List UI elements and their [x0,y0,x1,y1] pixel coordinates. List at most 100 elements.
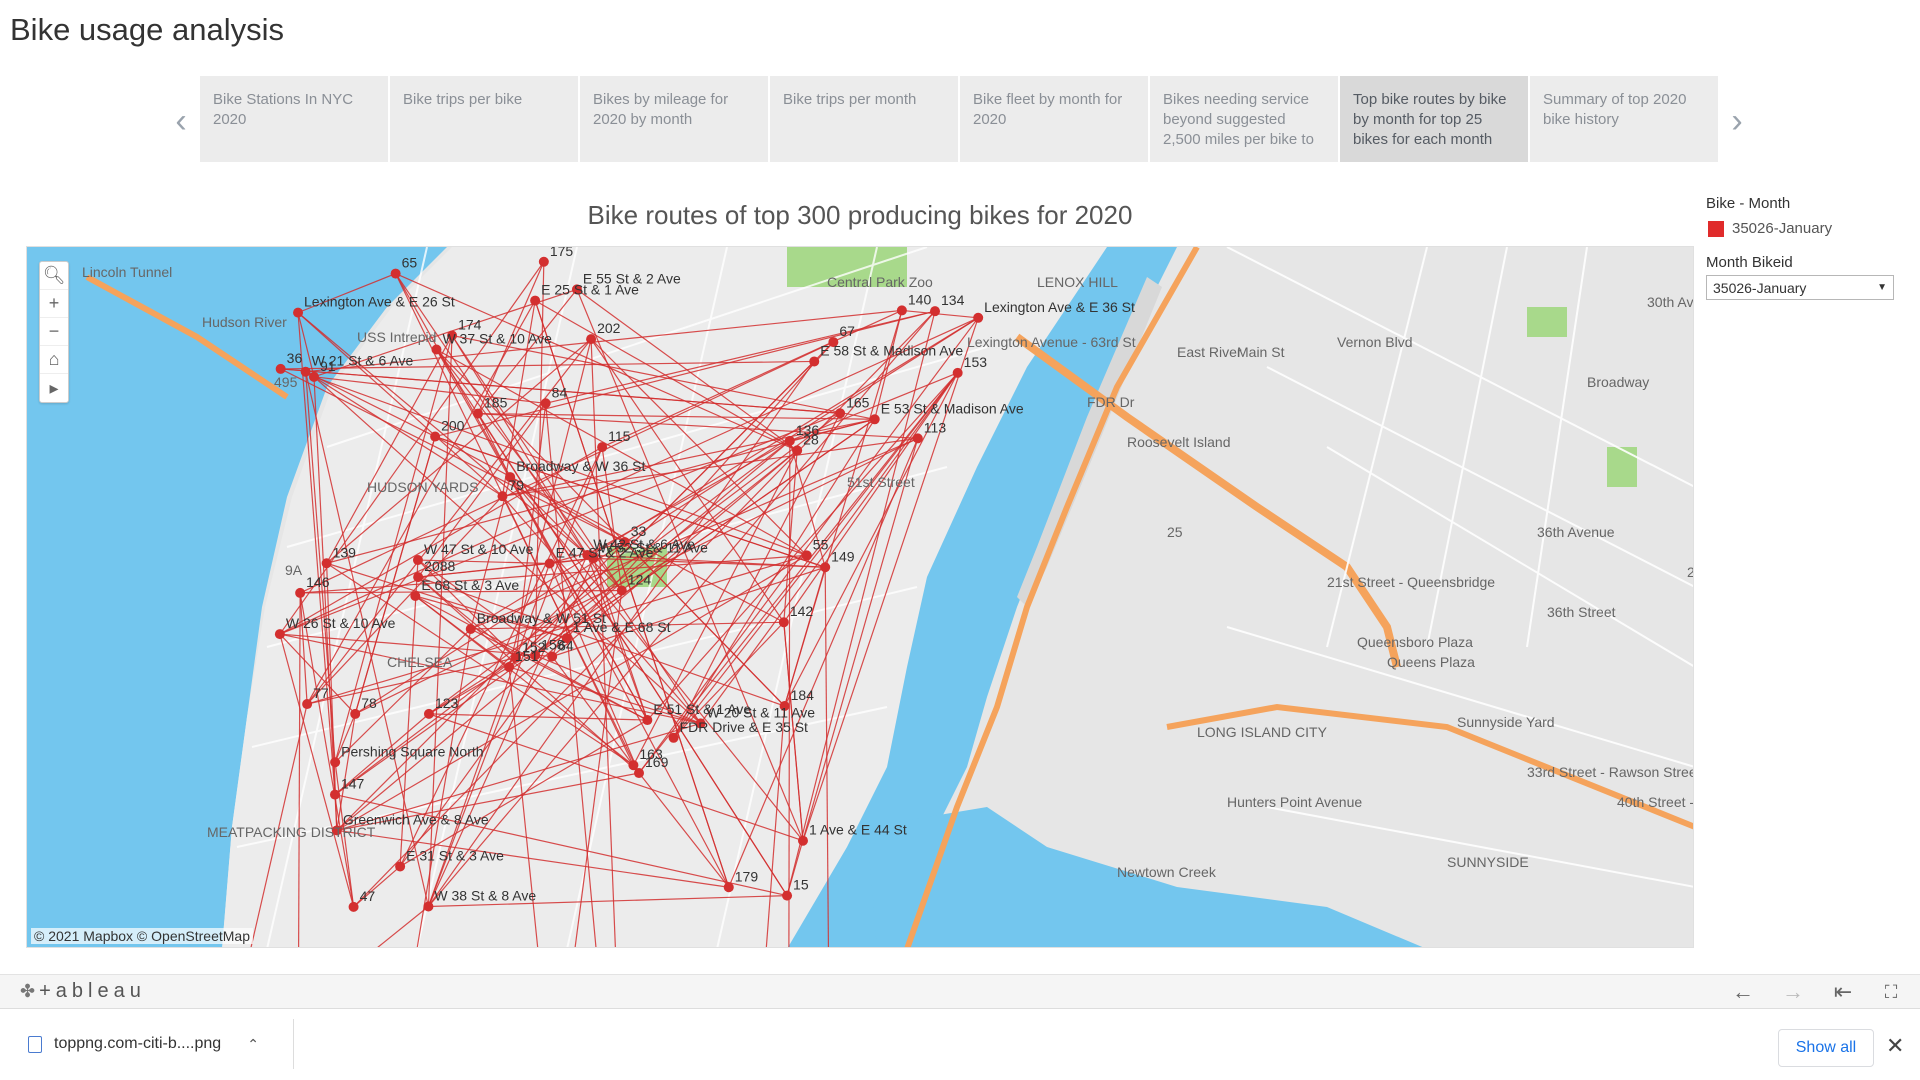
story-point-trips-per-month[interactable]: Bike trips per month [770,76,958,162]
station-label: E 68 St & 3 Ave [421,577,519,593]
chevron-right-icon[interactable]: › [1720,102,1754,140]
place-label: Newtown Creek [1117,864,1217,880]
station-marker[interactable] [293,307,304,318]
station-marker[interactable] [912,433,923,444]
station-marker[interactable] [412,555,423,566]
station-marker[interactable] [302,699,313,710]
close-icon[interactable]: ✕ [1886,1033,1904,1059]
route-map[interactable]: 124 174 W 52 St & 11 Ave 140 152 28 77 E 68 St … [26,246,1694,948]
station-label: W 21 St & 6 Ave [312,353,414,369]
station-marker[interactable] [544,558,555,569]
station-marker[interactable] [538,256,549,267]
story-point-trips-per-bike[interactable]: Bike trips per bike [390,76,578,162]
place-label: Central Park Zoo [827,274,933,290]
place-label: SUNNYSIDE [1447,854,1529,870]
revert-icon[interactable]: ⇤ [1828,979,1858,1005]
station-marker[interactable] [530,295,541,306]
station-marker[interactable] [330,757,341,768]
place-label: Sunnyside Yard [1457,714,1555,730]
station-marker[interactable] [628,760,639,771]
station-marker[interactable] [835,408,846,419]
station-marker[interactable] [973,312,984,323]
home-icon[interactable]: ⌂ [40,346,68,374]
tableau-logo: ✤ +ableau [20,980,146,1003]
station-marker[interactable] [784,435,795,446]
station-marker[interactable] [952,367,963,378]
station-marker[interactable] [300,366,311,377]
story-point-bike-stations[interactable]: Bike Stations In NYC 2020 [200,76,388,162]
station-marker[interactable] [465,623,476,634]
station-label: E 31 St & 3 Ave [406,847,504,863]
station-marker[interactable] [473,408,484,419]
station-marker[interactable] [668,732,679,743]
station-marker[interactable] [820,562,831,573]
map-canvas[interactable]: 124174W 52 St & 11 Ave1401522877E 68 St … [27,247,1694,948]
station-label: Pershing Square North [341,743,483,759]
zoom-out-icon[interactable]: − [40,318,68,346]
station-marker[interactable] [348,901,359,912]
show-all-button[interactable]: Show all [1778,1029,1874,1067]
story-point-bikes-needing-service[interactable]: Bikes needing service beyond suggested 2… [1150,76,1338,162]
station-marker[interactable] [329,789,340,800]
month-bikeid-dropdown[interactable]: 35026-January ▼ [1706,275,1894,300]
station-marker[interactable] [497,491,508,502]
station-marker[interactable] [308,371,319,382]
station-label: 153 [964,354,988,370]
station-marker[interactable] [782,890,793,901]
story-point-summary[interactable]: Summary of top 2020 bike history [1530,76,1718,162]
station-label: 202 [597,320,621,336]
search-icon[interactable]: 🔍︎ [40,262,68,290]
station-marker[interactable] [423,901,434,912]
dropdown-arrow-icon: ▼ [1877,282,1887,293]
viz-title: Bike routes of top 300 producing bikes f… [587,200,1133,230]
chevron-up-icon[interactable]: ⌃ [247,1036,259,1053]
station-marker[interactable] [504,662,515,673]
place-label: HUDSON YARDS [367,479,479,495]
station-label: 146 [306,574,330,590]
station-marker[interactable] [586,334,597,345]
download-item[interactable]: toppng.com-citi-b....png ⌃ [14,1019,294,1069]
play-icon[interactable]: ▸ [40,374,68,402]
station-marker[interactable] [642,715,653,726]
fullscreen-icon[interactable]: ⛶ [1876,979,1906,1005]
legend-item[interactable]: 35026-January [1708,220,1832,237]
station-marker[interactable] [350,708,361,719]
station-marker[interactable] [274,629,285,640]
station-marker[interactable] [275,363,286,374]
station-marker[interactable] [792,445,803,456]
undo-icon[interactable]: ← [1728,979,1758,1005]
station-marker[interactable] [390,268,401,279]
story-point-fleet-by-month[interactable]: Bike fleet by month for 2020 [960,76,1148,162]
station-marker[interactable] [896,305,907,316]
zoom-in-icon[interactable]: + [40,290,68,318]
station-marker[interactable] [930,306,941,317]
station-marker[interactable] [295,587,306,598]
chevron-left-icon[interactable]: ‹ [164,102,198,140]
station-marker[interactable] [431,344,442,355]
place-label: 21st Street - Queensbridge [1327,574,1495,590]
place-label: LENOX HILL [1037,274,1118,290]
station-marker[interactable] [723,882,734,893]
station-marker[interactable] [547,651,558,662]
station-marker[interactable] [321,558,332,569]
redo-icon[interactable]: → [1778,979,1808,1005]
station-label: 67 [839,323,855,339]
station-label: E 25 St & 1 Ave [541,282,639,298]
station-marker[interactable] [597,442,608,453]
station-marker[interactable] [869,414,880,425]
station-marker[interactable] [395,861,406,872]
story-point-mileage-by-month[interactable]: Bikes by mileage for 2020 by month [580,76,768,162]
station-marker[interactable] [797,835,808,846]
station-marker[interactable] [616,585,627,596]
place-label: Main St [1237,344,1285,360]
station-marker[interactable] [430,431,441,442]
station-marker[interactable] [540,398,551,409]
place-label: 33rd Street - Rawson Street [1527,764,1694,780]
place-label: USS Intrepid [357,329,436,345]
station-marker[interactable] [801,550,812,561]
station-marker[interactable] [423,708,434,719]
station-marker[interactable] [778,617,789,628]
station-marker[interactable] [809,356,820,367]
station-marker[interactable] [410,591,421,602]
story-point-top-routes[interactable]: Top bike routes by bike by month for top… [1340,76,1528,162]
